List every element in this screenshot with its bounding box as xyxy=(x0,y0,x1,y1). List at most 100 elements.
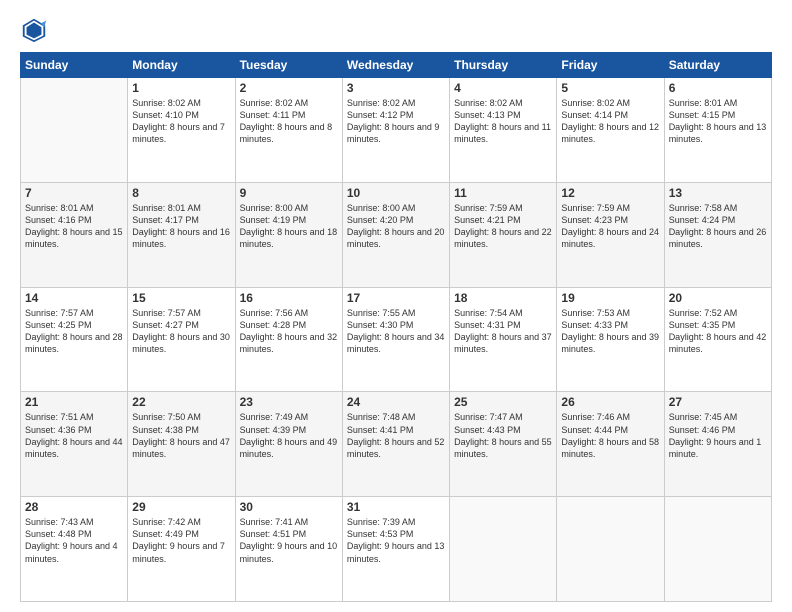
day-number: 20 xyxy=(669,291,767,305)
cell-details: Sunrise: 7:48 AM Sunset: 4:41 PM Dayligh… xyxy=(347,411,445,460)
table-row: 13 Sunrise: 7:58 AM Sunset: 4:24 PM Dayli… xyxy=(664,182,771,287)
day-number: 21 xyxy=(25,395,123,409)
day-number: 19 xyxy=(561,291,659,305)
day-number: 29 xyxy=(132,500,230,514)
day-number: 31 xyxy=(347,500,445,514)
cell-details: Sunrise: 8:01 AM Sunset: 4:16 PM Dayligh… xyxy=(25,202,123,251)
logo-icon xyxy=(20,16,48,44)
table-row: 3Sunrise: 8:02 AM Sunset: 4:12 PM Daylig… xyxy=(342,78,449,183)
table-row: 7 Sunrise: 8:01 AM Sunset: 4:16 PM Daylig… xyxy=(21,182,128,287)
table-row: 31 Sunrise: 7:39 AM Sunset: 4:53 PM Dayli… xyxy=(342,497,449,602)
table-row: 23 Sunrise: 7:49 AM Sunset: 4:39 PM Dayli… xyxy=(235,392,342,497)
cell-details: Sunrise: 7:59 AM Sunset: 4:21 PM Dayligh… xyxy=(454,202,552,251)
table-row: 27 Sunrise: 7:45 AM Sunset: 4:46 PM Dayli… xyxy=(664,392,771,497)
day-number: 13 xyxy=(669,186,767,200)
cell-details: Sunrise: 8:00 AM Sunset: 4:20 PM Dayligh… xyxy=(347,202,445,251)
cell-details: Sunrise: 8:01 AM Sunset: 4:15 PM Dayligh… xyxy=(669,97,767,146)
table-row: 8 Sunrise: 8:01 AM Sunset: 4:17 PM Daylig… xyxy=(128,182,235,287)
cell-details: Sunrise: 7:46 AM Sunset: 4:44 PM Dayligh… xyxy=(561,411,659,460)
table-row: 29 Sunrise: 7:42 AM Sunset: 4:49 PM Dayli… xyxy=(128,497,235,602)
cell-details: Sunrise: 7:43 AM Sunset: 4:48 PM Dayligh… xyxy=(25,516,123,565)
table-row xyxy=(450,497,557,602)
table-row: 18 Sunrise: 7:54 AM Sunset: 4:31 PM Dayli… xyxy=(450,287,557,392)
day-number: 22 xyxy=(132,395,230,409)
table-row xyxy=(664,497,771,602)
day-number: 17 xyxy=(347,291,445,305)
day-number: 3 xyxy=(347,81,445,95)
day-number: 4 xyxy=(454,81,552,95)
col-sunday: Sunday xyxy=(21,53,128,78)
cell-details: Sunrise: 8:02 AM Sunset: 4:10 PM Dayligh… xyxy=(132,97,230,146)
table-row: 1 Sunrise: 8:02 AM Sunset: 4:10 PM Daylig… xyxy=(128,78,235,183)
table-row: 6Sunrise: 8:01 AM Sunset: 4:15 PM Daylig… xyxy=(664,78,771,183)
day-number: 9 xyxy=(240,186,338,200)
cell-details: Sunrise: 8:01 AM Sunset: 4:17 PM Dayligh… xyxy=(132,202,230,251)
table-row: 28 Sunrise: 7:43 AM Sunset: 4:48 PM Dayli… xyxy=(21,497,128,602)
cell-details: Sunrise: 8:02 AM Sunset: 4:13 PM Dayligh… xyxy=(454,97,552,146)
cell-details: Sunrise: 7:50 AM Sunset: 4:38 PM Dayligh… xyxy=(132,411,230,460)
cell-details: Sunrise: 8:02 AM Sunset: 4:11 PM Dayligh… xyxy=(240,97,338,146)
table-row: 17 Sunrise: 7:55 AM Sunset: 4:30 PM Dayli… xyxy=(342,287,449,392)
col-wednesday: Wednesday xyxy=(342,53,449,78)
calendar-week-row: 14 Sunrise: 7:57 AM Sunset: 4:25 PM Dayli… xyxy=(21,287,772,392)
table-row: 2 Sunrise: 8:02 AM Sunset: 4:11 PM Daylig… xyxy=(235,78,342,183)
day-number: 10 xyxy=(347,186,445,200)
cell-details: Sunrise: 7:58 AM Sunset: 4:24 PM Dayligh… xyxy=(669,202,767,251)
cell-details: Sunrise: 8:02 AM Sunset: 4:14 PM Dayligh… xyxy=(561,97,659,146)
table-row: 9 Sunrise: 8:00 AM Sunset: 4:19 PM Daylig… xyxy=(235,182,342,287)
day-number: 26 xyxy=(561,395,659,409)
day-number: 5 xyxy=(561,81,659,95)
table-row: 30Sunrise: 7:41 AM Sunset: 4:51 PM Dayli… xyxy=(235,497,342,602)
table-row xyxy=(21,78,128,183)
cell-details: Sunrise: 7:39 AM Sunset: 4:53 PM Dayligh… xyxy=(347,516,445,565)
cell-details: Sunrise: 7:42 AM Sunset: 4:49 PM Dayligh… xyxy=(132,516,230,565)
cell-details: Sunrise: 7:56 AM Sunset: 4:28 PM Dayligh… xyxy=(240,307,338,356)
calendar-week-row: 21 Sunrise: 7:51 AM Sunset: 4:36 PM Dayli… xyxy=(21,392,772,497)
day-number: 14 xyxy=(25,291,123,305)
day-number: 25 xyxy=(454,395,552,409)
cell-details: Sunrise: 7:45 AM Sunset: 4:46 PM Dayligh… xyxy=(669,411,767,460)
cell-details: Sunrise: 7:55 AM Sunset: 4:30 PM Dayligh… xyxy=(347,307,445,356)
table-row: 16 Sunrise: 7:56 AM Sunset: 4:28 PM Dayli… xyxy=(235,287,342,392)
day-number: 16 xyxy=(240,291,338,305)
cell-details: Sunrise: 7:52 AM Sunset: 4:35 PM Dayligh… xyxy=(669,307,767,356)
cell-details: Sunrise: 7:49 AM Sunset: 4:39 PM Dayligh… xyxy=(240,411,338,460)
day-number: 11 xyxy=(454,186,552,200)
day-number: 23 xyxy=(240,395,338,409)
table-row: 11 Sunrise: 7:59 AM Sunset: 4:21 PM Dayli… xyxy=(450,182,557,287)
calendar-table: Sunday Monday Tuesday Wednesday Thursday… xyxy=(20,52,772,602)
day-number: 7 xyxy=(25,186,123,200)
table-row: 26 Sunrise: 7:46 AM Sunset: 4:44 PM Dayli… xyxy=(557,392,664,497)
cell-details: Sunrise: 7:59 AM Sunset: 4:23 PM Dayligh… xyxy=(561,202,659,251)
table-row: 14 Sunrise: 7:57 AM Sunset: 4:25 PM Dayli… xyxy=(21,287,128,392)
table-row: 19 Sunrise: 7:53 AM Sunset: 4:33 PM Dayli… xyxy=(557,287,664,392)
calendar-week-row: 1 Sunrise: 8:02 AM Sunset: 4:10 PM Daylig… xyxy=(21,78,772,183)
calendar-week-row: 28 Sunrise: 7:43 AM Sunset: 4:48 PM Dayli… xyxy=(21,497,772,602)
table-row: 22 Sunrise: 7:50 AM Sunset: 4:38 PM Dayli… xyxy=(128,392,235,497)
col-monday: Monday xyxy=(128,53,235,78)
cell-details: Sunrise: 7:53 AM Sunset: 4:33 PM Dayligh… xyxy=(561,307,659,356)
cell-details: Sunrise: 7:41 AM Sunset: 4:51 PM Dayligh… xyxy=(240,516,338,565)
day-number: 8 xyxy=(132,186,230,200)
cell-details: Sunrise: 7:57 AM Sunset: 4:27 PM Dayligh… xyxy=(132,307,230,356)
calendar-week-row: 7 Sunrise: 8:01 AM Sunset: 4:16 PM Daylig… xyxy=(21,182,772,287)
day-number: 28 xyxy=(25,500,123,514)
table-row: 4 Sunrise: 8:02 AM Sunset: 4:13 PM Daylig… xyxy=(450,78,557,183)
cell-details: Sunrise: 7:51 AM Sunset: 4:36 PM Dayligh… xyxy=(25,411,123,460)
table-row: 21 Sunrise: 7:51 AM Sunset: 4:36 PM Dayli… xyxy=(21,392,128,497)
cell-details: Sunrise: 7:54 AM Sunset: 4:31 PM Dayligh… xyxy=(454,307,552,356)
day-number: 2 xyxy=(240,81,338,95)
col-saturday: Saturday xyxy=(664,53,771,78)
table-row: 25 Sunrise: 7:47 AM Sunset: 4:43 PM Dayli… xyxy=(450,392,557,497)
day-number: 1 xyxy=(132,81,230,95)
table-row: 5 Sunrise: 8:02 AM Sunset: 4:14 PM Daylig… xyxy=(557,78,664,183)
cell-details: Sunrise: 7:57 AM Sunset: 4:25 PM Dayligh… xyxy=(25,307,123,356)
header xyxy=(20,16,772,44)
cell-details: Sunrise: 7:47 AM Sunset: 4:43 PM Dayligh… xyxy=(454,411,552,460)
day-number: 18 xyxy=(454,291,552,305)
day-number: 12 xyxy=(561,186,659,200)
cell-details: Sunrise: 8:00 AM Sunset: 4:19 PM Dayligh… xyxy=(240,202,338,251)
day-number: 27 xyxy=(669,395,767,409)
table-row: 12 Sunrise: 7:59 AM Sunset: 4:23 PM Dayli… xyxy=(557,182,664,287)
day-number: 24 xyxy=(347,395,445,409)
